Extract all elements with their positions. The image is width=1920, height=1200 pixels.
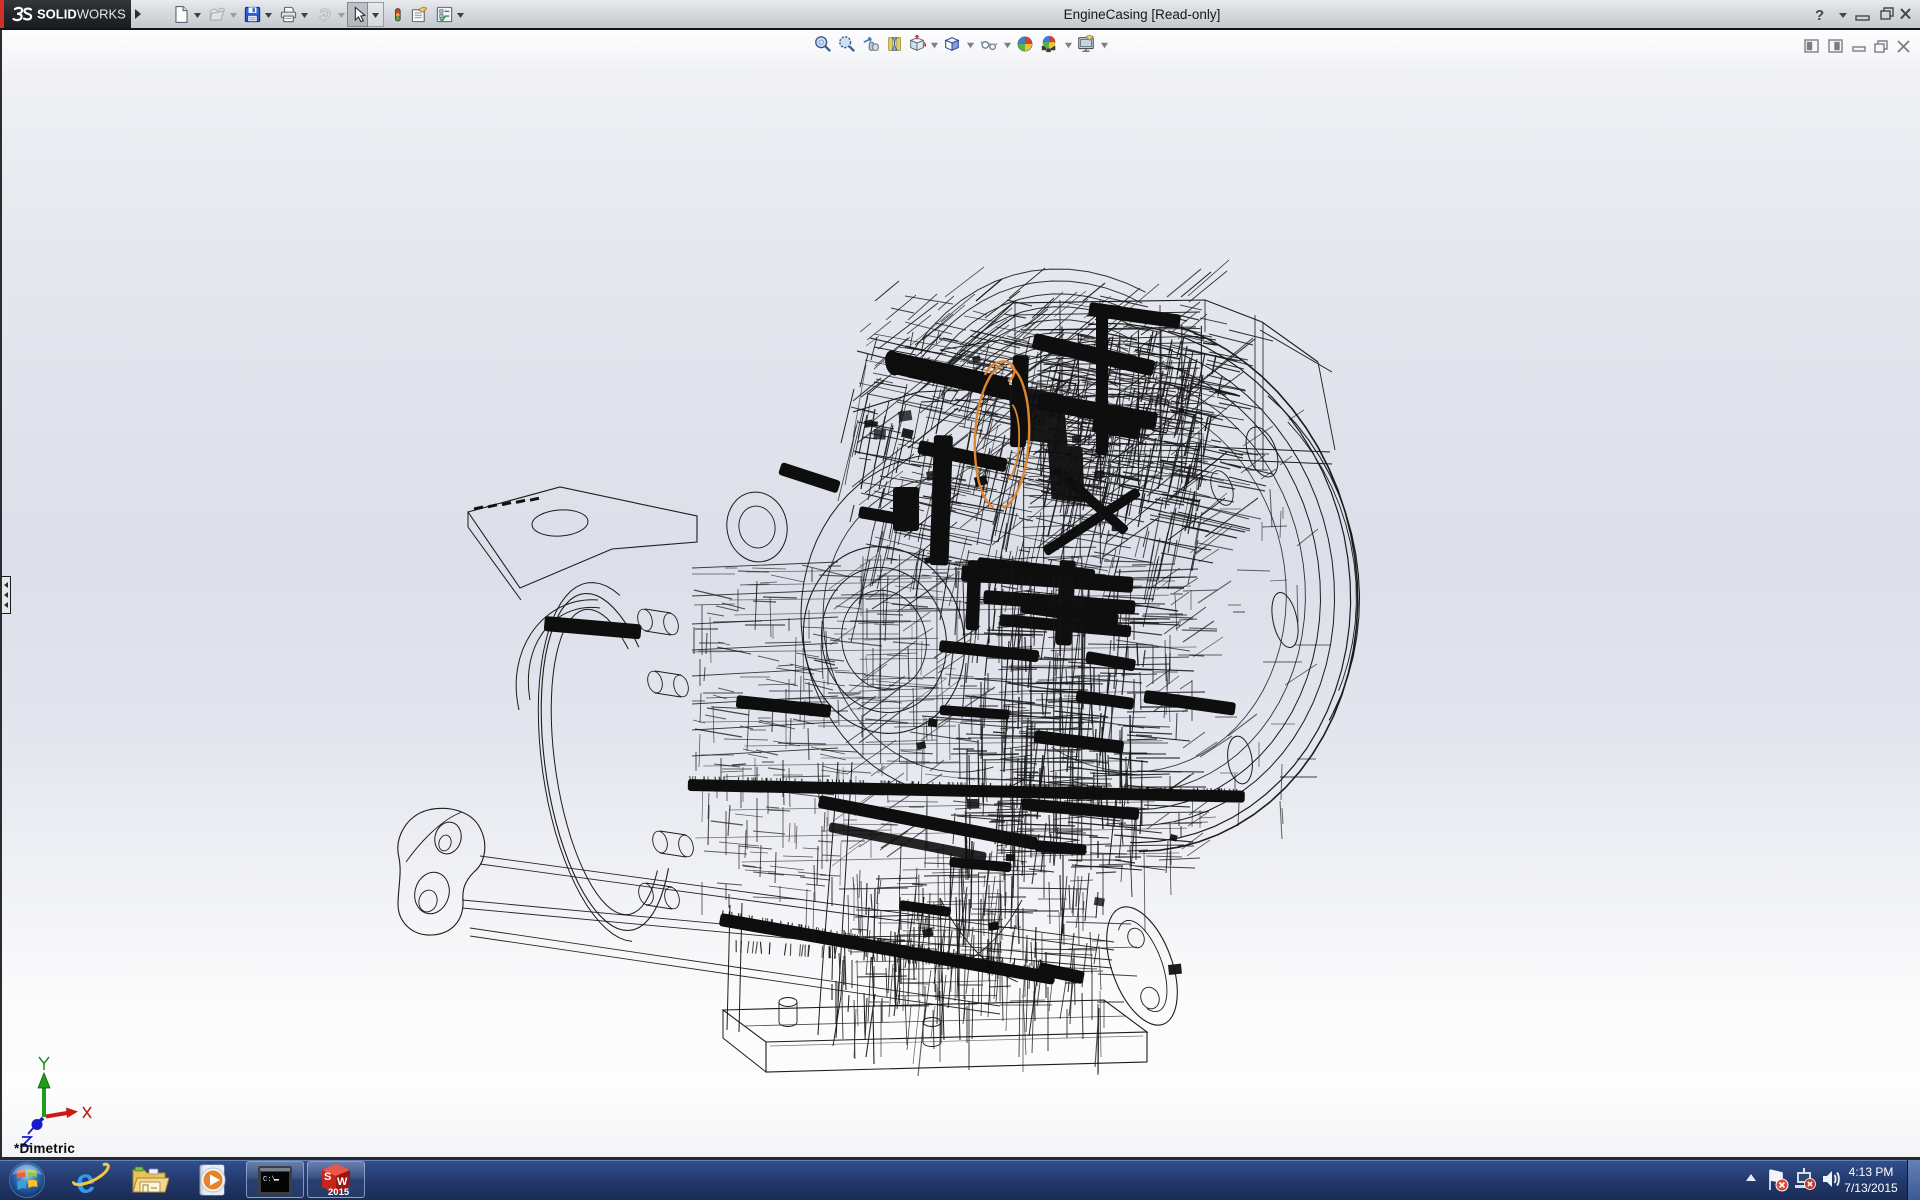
svg-text:C:\: C:\: [263, 1176, 276, 1184]
svg-text:2015: 2015: [328, 1187, 350, 1198]
svg-text:S: S: [324, 1171, 331, 1183]
